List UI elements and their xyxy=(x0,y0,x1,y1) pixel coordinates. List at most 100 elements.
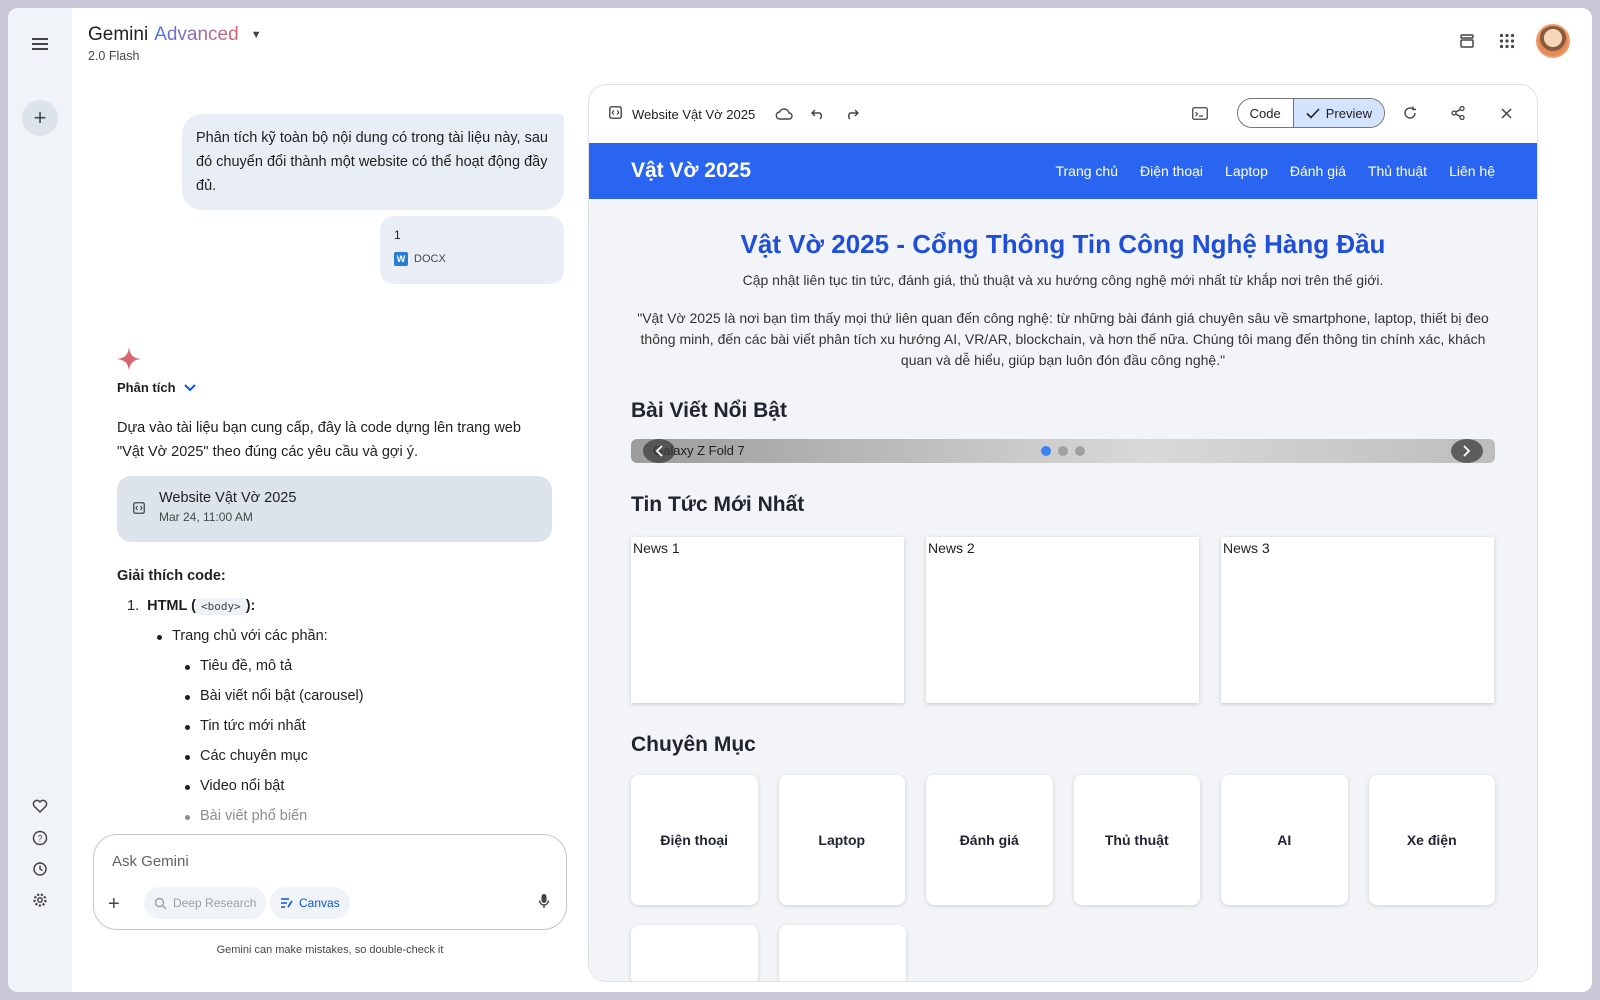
artifact-date: Mar 24, 11:00 AM xyxy=(159,510,253,524)
redo-icon[interactable] xyxy=(841,103,863,125)
inline-code: <body> xyxy=(195,598,246,615)
canvas-button[interactable]: Canvas xyxy=(270,887,350,919)
microphone-icon[interactable] xyxy=(538,893,550,912)
avatar[interactable] xyxy=(1536,24,1570,58)
chevron-left-icon xyxy=(655,445,663,457)
preview-tab[interactable]: Preview xyxy=(1292,99,1384,127)
help-icon[interactable]: ? xyxy=(28,826,52,850)
caret-down-icon: ▼ xyxy=(250,29,262,41)
canvas-icon xyxy=(281,898,293,908)
list-item: Bài viết nổi bật (carousel) xyxy=(185,688,547,704)
chevron-down-icon xyxy=(183,381,196,395)
code-file-icon xyxy=(609,106,622,122)
hero-title: Vật Vờ 2025 - Cổng Thông Tin Công Nghệ H… xyxy=(740,229,1386,259)
settings-icon[interactable] xyxy=(28,888,52,912)
featured-carousel: Galaxy Z Fold 7 xyxy=(631,439,1495,463)
prompt-box[interactable]: Ask Gemini + Deep Research Canvas xyxy=(93,834,567,930)
undo-icon[interactable] xyxy=(807,103,829,125)
category-card[interactable]: Xe điện xyxy=(1368,775,1495,905)
svg-text:?: ? xyxy=(37,834,42,844)
nav-link[interactable]: Liên hệ xyxy=(1449,163,1495,179)
canvas-label: Canvas xyxy=(299,896,340,910)
news-card[interactable]: News 2 xyxy=(926,537,1199,703)
app-name: Gemini xyxy=(88,24,149,45)
carousel-prev-button[interactable] xyxy=(643,439,675,463)
list-item: Tiêu đề, mô tả xyxy=(185,658,547,674)
site-navbar: Vật Vờ 2025 Trang chủ Điện thoại Laptop … xyxy=(589,143,1537,199)
gem-heart-icon[interactable] xyxy=(28,794,52,818)
side-rail: + ? xyxy=(8,8,72,992)
hero-quote: "Vật Vờ 2025 là nơi bạn tìm thấy mọi thứ… xyxy=(637,310,1489,368)
attachment-chip[interactable]: 1 W DOCX xyxy=(380,216,564,284)
model-switcher[interactable]: Gemini Advanced ▼ 2.0 Flash xyxy=(88,24,262,63)
nav-link[interactable]: Trang chủ xyxy=(1055,163,1118,179)
disclaimer: Gemini can make mistakes, so double-chec… xyxy=(216,944,444,956)
analysis-toggle[interactable]: Phân tích xyxy=(117,380,196,395)
check-icon xyxy=(1306,107,1320,119)
carousel-dot[interactable] xyxy=(1041,446,1051,456)
share-icon[interactable] xyxy=(1447,102,1469,124)
category-card[interactable]: Đánh giá xyxy=(926,775,1053,905)
list-item: Các chuyên mục xyxy=(185,748,547,764)
apps-grid-icon[interactable] xyxy=(1496,30,1518,52)
category-card[interactable]: Laptop xyxy=(778,775,905,905)
category-card[interactable]: Điện thoại xyxy=(631,775,758,905)
prompt-input[interactable]: Ask Gemini xyxy=(112,853,189,870)
news-card[interactable]: News 3 xyxy=(1221,537,1494,703)
code-file-icon xyxy=(133,502,145,517)
category-card[interactable]: AI xyxy=(1221,775,1348,905)
hero-subtitle: Cập nhật liên tục tin tức, đánh giá, thủ… xyxy=(742,272,1384,288)
news-card[interactable]: News 1 xyxy=(631,537,904,703)
attachment-type: DOCX xyxy=(414,253,446,265)
menu-icon[interactable] xyxy=(28,32,52,56)
list-item-text: Trang chủ với các phần: xyxy=(172,628,328,644)
new-chat-button[interactable]: + xyxy=(22,100,58,136)
close-icon[interactable] xyxy=(1495,102,1517,124)
site-nav-links: Trang chủ Điện thoại Laptop Đánh giá Thủ… xyxy=(1055,163,1495,179)
canvas-panel: Website Vật Vờ 2025 Code Preview Vật Vờ … xyxy=(588,84,1538,982)
nav-link[interactable]: Thủ thuật xyxy=(1368,163,1427,179)
nav-link[interactable]: Điện thoại xyxy=(1140,163,1203,179)
carousel-dots xyxy=(1041,446,1085,456)
site-logo[interactable]: Vật Vờ 2025 xyxy=(631,159,751,183)
list-item-text: Bài viết nổi bật (carousel) xyxy=(200,688,364,704)
deep-research-icon xyxy=(154,897,167,909)
category-grid-row2 xyxy=(631,925,1495,981)
code-tab[interactable]: Code xyxy=(1238,99,1293,127)
nav-link[interactable]: Laptop xyxy=(1225,163,1268,179)
add-file-icon[interactable]: + xyxy=(108,893,120,916)
list-item: 1. HTML (<body>): xyxy=(127,598,547,615)
refresh-icon[interactable] xyxy=(1399,102,1421,124)
response-text: Dựa vào tài liệu bạn cung cấp, đây là co… xyxy=(117,420,521,460)
history-icon[interactable] xyxy=(28,857,52,881)
list-item: Bài viết phổ biến xyxy=(185,808,547,824)
artifact-title: Website Vật Vờ 2025 xyxy=(159,490,297,506)
cloud-save-icon[interactable] xyxy=(773,103,795,125)
carousel-next-button[interactable] xyxy=(1451,439,1483,463)
carousel-dot[interactable] xyxy=(1075,446,1085,456)
view-toggle: Code Preview xyxy=(1236,98,1385,128)
preview-label: Preview xyxy=(1325,105,1372,121)
category-card[interactable] xyxy=(631,925,758,981)
top-actions xyxy=(1456,24,1570,58)
analysis-label: Phân tích xyxy=(117,380,176,395)
broken-image-alt: News 1 xyxy=(633,540,680,556)
explain-heading: Giải thích code: xyxy=(117,568,226,584)
chat-thread: Phân tích kỹ toàn bộ nội dung có trong t… xyxy=(72,98,592,838)
artifact-card[interactable]: Website Vật Vờ 2025 Mar 24, 11:00 AM xyxy=(117,476,552,542)
deep-research-button[interactable]: Deep Research xyxy=(144,887,267,919)
user-message: Phân tích kỹ toàn bộ nội dung có trong t… xyxy=(182,114,564,210)
word-file-icon: W xyxy=(394,252,408,266)
console-icon[interactable] xyxy=(1189,102,1211,124)
list-item: Trang chủ với các phần: xyxy=(157,628,547,644)
category-card[interactable]: Thủ thuật xyxy=(1073,775,1200,905)
canvas-toolbar: Website Vật Vờ 2025 Code Preview xyxy=(589,85,1537,143)
list-item: Video nổi bật xyxy=(185,778,547,794)
website-preview: Vật Vờ 2025 Trang chủ Điện thoại Laptop … xyxy=(589,143,1537,981)
temporary-chat-icon[interactable] xyxy=(1456,30,1478,52)
list-item-text: Bài viết phổ biến xyxy=(200,808,308,824)
list-item-text: Video nổi bật xyxy=(200,778,285,794)
nav-link[interactable]: Đánh giá xyxy=(1290,163,1346,179)
carousel-dot[interactable] xyxy=(1058,446,1068,456)
category-card[interactable] xyxy=(779,925,906,981)
